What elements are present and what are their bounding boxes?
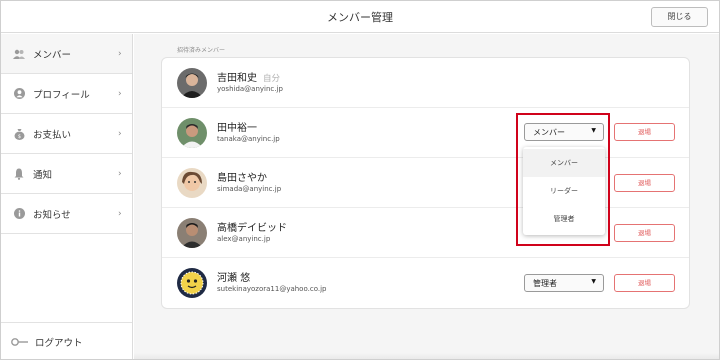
sidebar-item-profile[interactable]: プロフィール › xyxy=(1,74,132,114)
logout-button[interactable]: ログアウト xyxy=(1,322,132,359)
sidebar-item-label: 通知 xyxy=(33,169,53,181)
title-bar: メンバー管理 閉じる xyxy=(1,1,719,33)
caret-down-icon: ▼ xyxy=(591,278,596,285)
sidebar-item-members[interactable]: メンバー › xyxy=(1,34,132,74)
avatar xyxy=(177,68,207,98)
member-email: tanaka@anyinc.jp xyxy=(217,135,280,143)
page-title: メンバー管理 xyxy=(327,11,393,24)
key-icon xyxy=(11,336,29,348)
leave-button[interactable]: 退場 xyxy=(614,123,675,141)
main-content: 招待済みメンバー 吉田和史 自分 yoshida@anyinc.jp 田中裕一 t… xyxy=(134,34,719,359)
sidebar-item-notifications[interactable]: 通知 › xyxy=(1,154,132,194)
chevron-right-icon: › xyxy=(118,48,122,59)
svg-text:$: $ xyxy=(17,134,20,140)
avatar xyxy=(177,218,207,248)
leave-button[interactable]: 退場 xyxy=(614,224,675,242)
info-icon xyxy=(13,208,25,220)
chevron-right-icon: › xyxy=(118,208,122,219)
member-row: 吉田和史 自分 yoshida@anyinc.jp xyxy=(162,58,689,108)
role-select-value: 管理者 xyxy=(533,279,557,288)
bell-icon xyxy=(13,168,25,180)
member-list: 吉田和史 自分 yoshida@anyinc.jp 田中裕一 tanaka@any… xyxy=(161,57,690,309)
sidebar-item-label: プロフィール xyxy=(33,89,90,101)
leave-button[interactable]: 退場 xyxy=(614,174,675,192)
avatar xyxy=(177,268,207,298)
avatar xyxy=(177,118,207,148)
sidebar-item-payment[interactable]: $ お支払い › xyxy=(1,114,132,154)
money-bag-icon: $ xyxy=(13,128,25,140)
member-row: 河瀬 悠 sutekinayozora11@yahoo.co.jp 管理者 ▼ … xyxy=(162,258,689,308)
member-name: 吉田和史 xyxy=(217,73,257,84)
avatar xyxy=(177,168,207,198)
chevron-right-icon: › xyxy=(118,128,122,139)
role-select[interactable]: 管理者 ▼ xyxy=(524,274,604,292)
profile-icon xyxy=(13,88,25,100)
close-button[interactable]: 閉じる xyxy=(651,7,708,27)
member-name: 高橋デイビッド xyxy=(217,223,287,234)
chevron-right-icon: › xyxy=(118,88,122,99)
sidebar-item-announcements[interactable]: お知らせ › xyxy=(1,194,132,234)
member-name: 田中裕一 xyxy=(217,123,257,134)
member-name: 島田さやか xyxy=(217,173,267,184)
section-label: 招待済みメンバー xyxy=(177,47,226,54)
member-email: sutekinayozora11@yahoo.co.jp xyxy=(217,285,327,293)
chevron-right-icon: › xyxy=(118,168,122,179)
member-email: simada@anyinc.jp xyxy=(217,185,282,193)
sidebar-item-label: お知らせ xyxy=(33,209,71,221)
member-name: 河瀬 悠 xyxy=(217,273,251,284)
sidebar-item-label: メンバー xyxy=(33,49,72,61)
sidebar-item-label: お支払い xyxy=(33,129,72,141)
member-email: yoshida@anyinc.jp xyxy=(217,85,283,93)
logout-label: ログアウト xyxy=(35,338,83,349)
sidebar: メンバー › プロフィール › $ お支払い › 通知 › お知らせ › ログア… xyxy=(1,34,133,359)
highlight-annotation xyxy=(516,113,610,246)
bottom-fade xyxy=(134,353,719,359)
leave-button[interactable]: 退場 xyxy=(614,274,675,292)
app-window: メンバー管理 閉じる メンバー › プロフィール › $ お支払い › 通知 ›… xyxy=(0,0,720,360)
self-tag: 自分 xyxy=(263,74,281,84)
members-icon xyxy=(13,48,25,60)
member-email: alex@anyinc.jp xyxy=(217,235,271,243)
